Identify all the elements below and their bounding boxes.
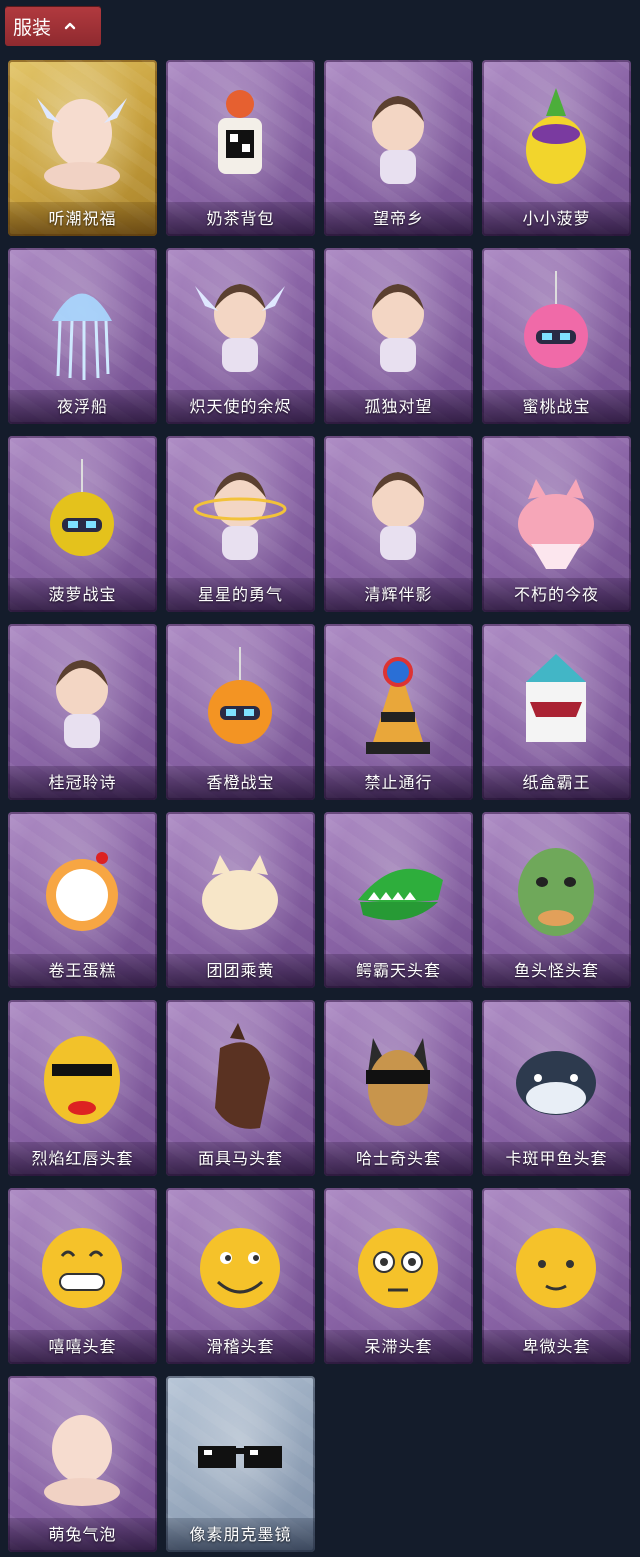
pixel-sunglasses-icon [198,1446,282,1468]
costume-card[interactable]: 卷王蛋糕 [8,812,157,988]
costume-card-label: 奶茶背包 [166,202,315,236]
hair-wings-icon [37,98,127,190]
roll-cake-icon [46,852,118,931]
crocodile-mask-icon [358,868,443,921]
emperor-doll-icon [372,96,424,184]
silver-hair-charm-icon [372,284,424,372]
costume-card-label: 卷王蛋糕 [8,954,157,988]
costume-card-label: 不朽的今夜 [482,578,631,612]
costume-card[interactable]: 炽天使的余烬 [166,248,315,424]
costume-card-label: 星星的勇气 [166,578,315,612]
grin-emoji-icon [42,1228,122,1308]
costume-card-label: 鱼头怪头套 [482,954,631,988]
costume-section-toggle[interactable]: 服装 [5,6,101,46]
star-prince-charm-icon [193,472,287,560]
moon-dragon-charm-icon [372,472,424,560]
laurel-charm-icon [56,660,108,748]
costume-card[interactable]: 萌兔气泡 [8,1376,157,1552]
costume-card[interactable]: 蜜桃战宝 [482,248,631,424]
costume-card-label: 清辉伴影 [324,578,473,612]
costume-card[interactable]: 鳄霸天头套 [324,812,473,988]
yellow-mouse-mask-icon [44,1036,120,1124]
costume-card-label: 卑微头套 [482,1330,631,1364]
peach-robot-icon [524,271,588,368]
smirk-emoji-icon [200,1228,280,1308]
costume-card-label: 鳄霸天头套 [324,954,473,988]
box-dinosaur-icon [526,654,586,742]
jellyfish-icon [52,293,112,380]
section-title: 服装 [13,16,52,39]
costume-card-label: 呆滞头套 [324,1330,473,1364]
costume-card-label: 萌兔气泡 [8,1518,157,1552]
costume-card-label: 夜浮船 [8,390,157,424]
costume-card[interactable]: 清辉伴影 [324,436,473,612]
timid-emoji-icon [516,1228,596,1308]
costume-card-label: 禁止通行 [324,766,473,800]
costume-card[interactable]: 鱼头怪头套 [482,812,631,988]
costume-card[interactable]: 卡斑甲鱼头套 [482,1000,631,1176]
horse-mask-icon [215,1023,270,1129]
costume-card[interactable]: 不朽的今夜 [482,436,631,612]
costume-card-label: 面具马头套 [166,1142,315,1176]
costume-card[interactable]: 哈士奇头套 [324,1000,473,1176]
costume-card[interactable]: 团团乘黄 [166,812,315,988]
costume-card-label: 香橙战宝 [166,766,315,800]
costume-card-label: 团团乘黄 [166,954,315,988]
costume-card[interactable]: 桂冠聆诗 [8,624,157,800]
chevron-up-icon [64,22,76,30]
costume-card-label: 像素朋克墨镜 [166,1518,315,1552]
costume-card-label: 嘻嘻头套 [8,1330,157,1364]
costume-card[interactable]: 菠萝战宝 [8,436,157,612]
costume-card-label: 孤独对望 [324,390,473,424]
costume-card[interactable]: 夜浮船 [8,248,157,424]
pineapple-robot-icon [50,459,114,556]
costume-card-label: 小小菠萝 [482,202,631,236]
pineapple-mascot-icon [526,88,586,184]
costume-card[interactable]: 滑稽头套 [166,1188,315,1364]
costume-card-label: 桂冠聆诗 [8,766,157,800]
stare-emoji-icon [358,1228,438,1308]
costume-card[interactable]: 卑微头套 [482,1188,631,1364]
costume-card[interactable]: 烈焰红唇头套 [8,1000,157,1176]
costume-card-label: 纸盒霸王 [482,766,631,800]
husky-mask-icon [366,1038,430,1126]
blue-fish-mask-icon [516,1051,596,1115]
fluffy-beast-icon [202,855,278,930]
costume-card[interactable]: 小小菠萝 [482,60,631,236]
costume-card[interactable]: 孤独对望 [324,248,473,424]
orange-robot-icon [208,647,272,744]
costume-card-label: 炽天使的余烬 [166,390,315,424]
costume-card[interactable]: 呆滞头套 [324,1188,473,1364]
costume-card[interactable]: 禁止通行 [324,624,473,800]
fish-head-mask-icon [518,848,594,936]
costume-card-label: 听潮祝福 [8,202,157,236]
bubble-hair-icon [44,1415,120,1506]
costume-card-label: 烈焰红唇头套 [8,1142,157,1176]
costume-card[interactable]: 纸盒霸王 [482,624,631,800]
costume-card[interactable]: 星星的勇气 [166,436,315,612]
costume-card[interactable]: 奶茶背包 [166,60,315,236]
costume-card[interactable]: 嘻嘻头套 [8,1188,157,1364]
costume-card[interactable]: 望帝乡 [324,60,473,236]
traffic-cone-icon [366,657,430,754]
costume-card-label: 蜜桃战宝 [482,390,631,424]
costume-card[interactable]: 香橙战宝 [166,624,315,800]
costume-card-label: 望帝乡 [324,202,473,236]
costume-card[interactable]: 像素朋克墨镜 [166,1376,315,1552]
costume-card-label: 菠萝战宝 [8,578,157,612]
costume-card-label: 滑稽头套 [166,1330,315,1364]
pink-cat-bowl-icon [518,479,594,569]
costume-card[interactable]: 面具马头套 [166,1000,315,1176]
costume-card-label: 卡斑甲鱼头套 [482,1142,631,1176]
costume-card-label: 哈士奇头套 [324,1142,473,1176]
milk-tea-backpack-icon [218,90,262,174]
costume-card[interactable]: 听潮祝福 [8,60,157,236]
angel-doll-icon [195,284,285,372]
